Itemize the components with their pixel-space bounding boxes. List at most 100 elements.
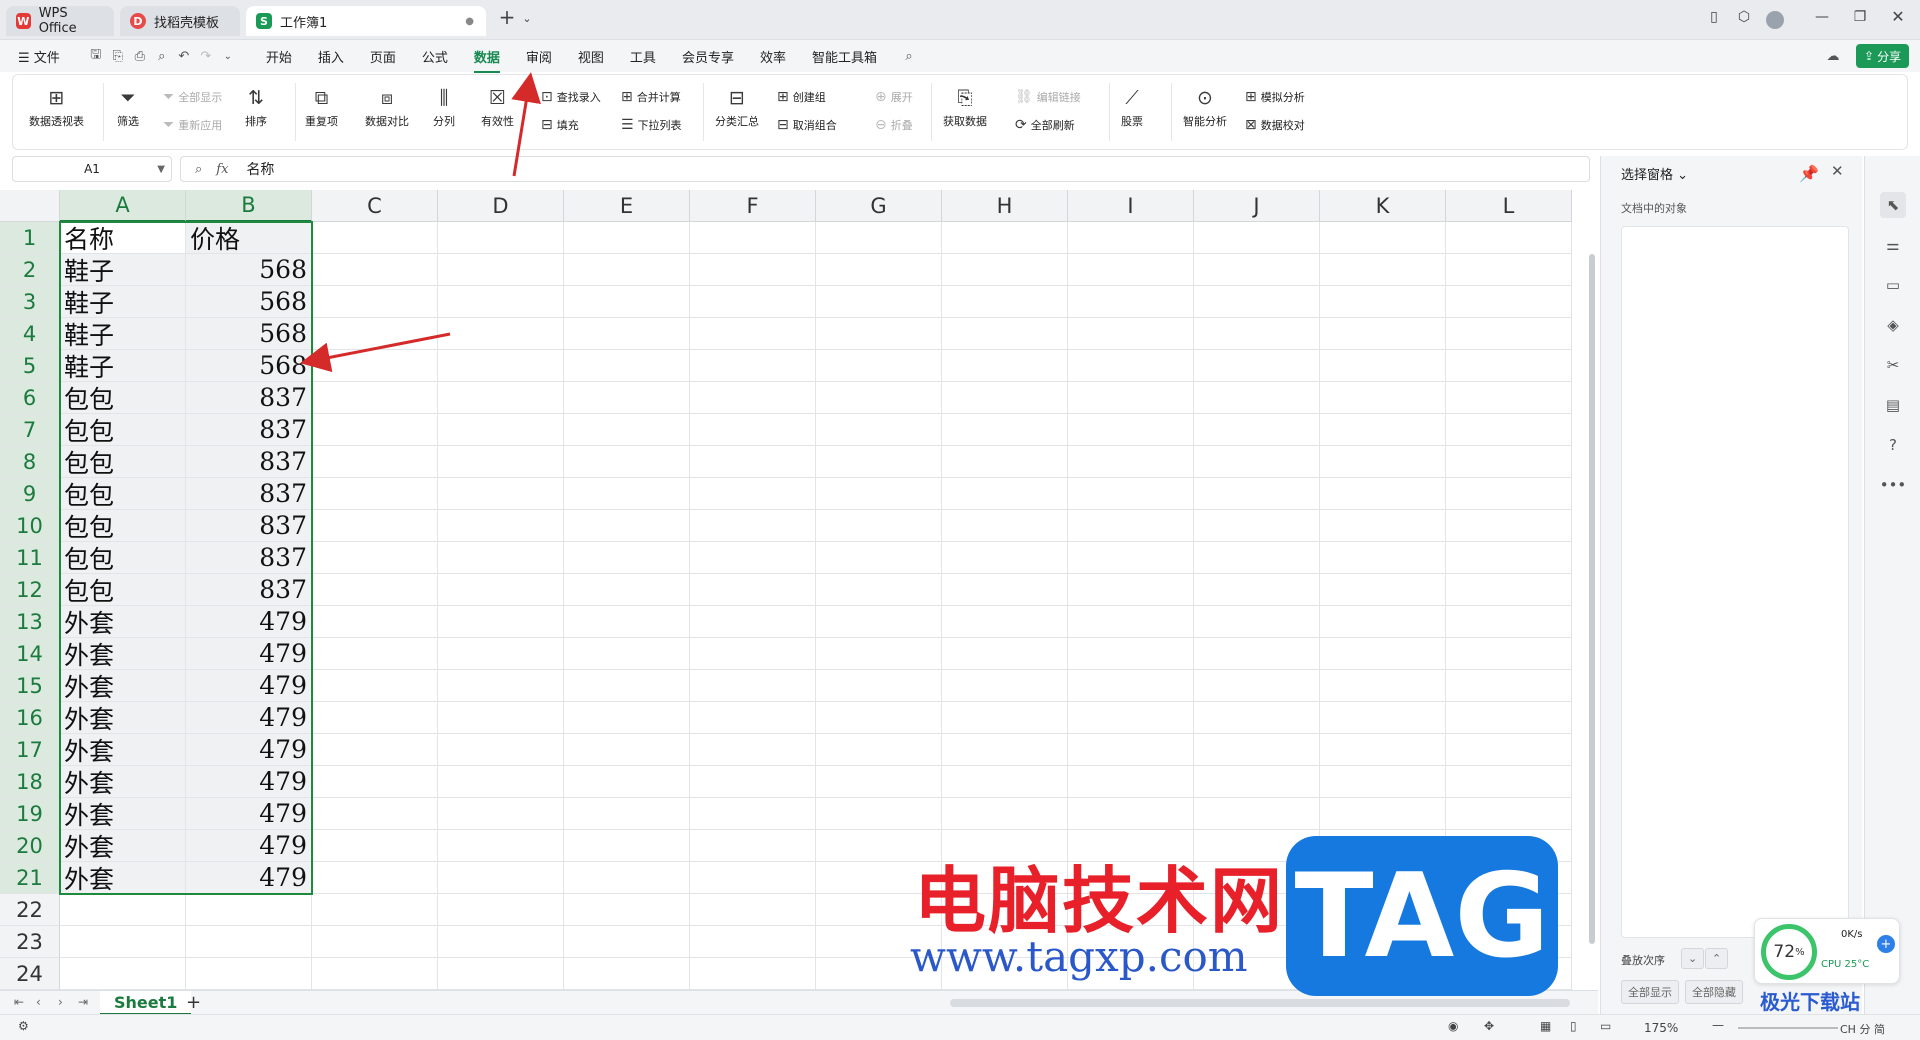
comment-icon[interactable]: ▭ — [1880, 272, 1906, 298]
prev-sheet-icon[interactable]: ‹ — [36, 995, 41, 1009]
row-header-19[interactable]: 19 — [0, 798, 60, 830]
row-header-3[interactable]: 3 — [0, 286, 60, 318]
print-preview-icon[interactable]: ⌕ — [151, 49, 173, 64]
row-header-13[interactable]: 13 — [0, 606, 60, 638]
column-header-l[interactable]: L — [1446, 190, 1572, 222]
cube-icon[interactable]: ⬡ — [1732, 9, 1756, 25]
selection-pane-title[interactable]: 选择窗格 ⌄ — [1621, 164, 1688, 183]
move-down-button[interactable]: ⌄ — [1681, 948, 1705, 969]
fill-button[interactable]: ⊟ 填充 — [541, 117, 579, 133]
row-header-5[interactable]: 5 — [0, 350, 60, 382]
share-button[interactable]: ⇪ 分享 — [1856, 44, 1910, 68]
column-header-e[interactable]: E — [564, 190, 690, 222]
sheet-tab-sheet1[interactable]: Sheet1 — [100, 991, 192, 1015]
performance-widget[interactable]: 72% 0K/s CPU 25°C + — [1754, 918, 1900, 984]
layout-icon[interactable]: ▯ — [1702, 9, 1726, 25]
eye-protection-icon[interactable]: ◉ — [1448, 1019, 1458, 1033]
row-header-10[interactable]: 10 — [0, 510, 60, 542]
more-icon[interactable]: ••• — [1880, 472, 1907, 498]
get-data-button[interactable]: ⎘ 获取数据 — [943, 87, 987, 129]
tab-workbook[interactable]: S 工作簿1 ● — [246, 6, 486, 36]
data-tool-icon[interactable]: ◈ — [1880, 312, 1906, 338]
ungroup-button[interactable]: ⊟ 取消组合 — [777, 117, 837, 133]
simulation-button[interactable]: ⊞ 模拟分析 — [1245, 89, 1305, 105]
column-header-h[interactable]: H — [942, 190, 1068, 222]
column-header-j[interactable]: J — [1194, 190, 1320, 222]
plus-icon[interactable]: + — [1877, 935, 1895, 953]
horizontal-scrollbar[interactable] — [950, 999, 1570, 1007]
chevron-down-icon[interactable]: ⌄ — [217, 51, 239, 62]
menu-formula[interactable]: 公式 — [409, 47, 461, 66]
page-layout-icon[interactable]: ▯ — [1570, 1019, 1577, 1033]
data-check-button[interactable]: ⊠ 数据校对 — [1245, 117, 1305, 133]
row-header-23[interactable]: 23 — [0, 926, 60, 958]
formula-input[interactable]: ⌕ fx 名称 — [180, 156, 1590, 182]
menu-member[interactable]: 会员专享 — [669, 47, 747, 66]
first-sheet-icon[interactable]: ⇤ — [14, 995, 24, 1009]
validity-button[interactable]: ☒ 有效性 — [481, 87, 514, 129]
row-header-17[interactable]: 17 — [0, 734, 60, 766]
row-header-2[interactable]: 2 — [0, 254, 60, 286]
move-up-button[interactable]: ⌃ — [1705, 948, 1729, 969]
close-icon[interactable]: ✕ — [1831, 162, 1844, 180]
row-header-22[interactable]: 22 — [0, 894, 60, 926]
column-header-b[interactable]: B — [186, 190, 312, 222]
vertical-scrollbar[interactable] — [1586, 224, 1598, 990]
menu-home[interactable]: 开始 — [253, 47, 305, 66]
column-header-g[interactable]: G — [816, 190, 942, 222]
row-header-16[interactable]: 16 — [0, 702, 60, 734]
hide-all-objects-button[interactable]: 全部隐藏 — [1685, 980, 1743, 1004]
row-header-6[interactable]: 6 — [0, 382, 60, 414]
select-cursor-icon[interactable]: ⬉ — [1880, 192, 1906, 218]
reapply-button[interactable]: ⏷ 重新应用 — [163, 117, 222, 133]
sort-button[interactable]: ⇅ 排序 — [245, 87, 267, 129]
column-header-d[interactable]: D — [438, 190, 564, 222]
row-header-8[interactable]: 8 — [0, 446, 60, 478]
page-break-icon[interactable]: ▭ — [1600, 1019, 1611, 1033]
function-icon[interactable]: fx — [216, 162, 228, 177]
column-header-f[interactable]: F — [690, 190, 816, 222]
column-header-k[interactable]: K — [1320, 190, 1446, 222]
menu-data[interactable]: 数据 — [461, 47, 513, 73]
menu-page[interactable]: 页面 — [357, 47, 409, 66]
duplicates-button[interactable]: ⧉ 重复项 — [305, 87, 338, 129]
file-menu[interactable]: ☰ 文件 — [0, 47, 73, 66]
export-icon[interactable]: ⎘ — [107, 49, 129, 64]
close-window-icon[interactable]: ✕ — [1886, 7, 1910, 26]
cloud-icon[interactable]: ☁ — [1822, 49, 1844, 64]
edit-links-button[interactable]: ⛓ 编辑链接 — [1015, 89, 1081, 105]
undo-icon[interactable]: ↶ — [173, 49, 195, 64]
menu-tools[interactable]: 工具 — [617, 47, 669, 66]
add-sheet-icon[interactable]: + — [186, 992, 201, 1013]
collapse-button[interactable]: ⊖ 折叠 — [875, 117, 913, 133]
scrollbar-thumb[interactable] — [1589, 254, 1595, 944]
split-column-button[interactable]: ⫼ 分列 — [433, 87, 455, 129]
data-compare-button[interactable]: ⧈ 数据对比 — [365, 87, 409, 129]
next-sheet-icon[interactable]: › — [58, 995, 63, 1009]
dropdown-list-button[interactable]: ☰ 下拉列表 — [621, 117, 682, 133]
objects-list[interactable] — [1621, 226, 1849, 938]
row-header-4[interactable]: 4 — [0, 318, 60, 350]
zoom-out-icon[interactable]: — — [1712, 1018, 1724, 1032]
refresh-all-button[interactable]: ⟳ 全部刷新 — [1015, 117, 1075, 133]
row-header-12[interactable]: 12 — [0, 574, 60, 606]
adjust-icon[interactable]: ⚌ — [1880, 232, 1906, 258]
subtotal-button[interactable]: ⊟ 分类汇总 — [715, 87, 759, 129]
menu-view[interactable]: 视图 — [565, 47, 617, 66]
search-icon[interactable]: ⌕ — [898, 49, 920, 64]
expand-button[interactable]: ⊕ 展开 — [875, 89, 913, 105]
menu-review[interactable]: 审阅 — [513, 47, 565, 66]
macro-icon[interactable]: ⚙ — [18, 1019, 29, 1033]
show-all-objects-button[interactable]: 全部显示 — [1621, 980, 1679, 1004]
tab-templates[interactable]: D 找稻壳模板 — [120, 6, 240, 36]
consolidate-button[interactable]: ⊞ 合并计算 — [621, 89, 681, 105]
redo-icon[interactable]: ↷ — [195, 49, 217, 64]
normal-view-icon[interactable]: ▦ — [1540, 1019, 1551, 1033]
menu-efficiency[interactable]: 效率 — [747, 47, 799, 66]
avatar[interactable] — [1766, 11, 1784, 29]
column-header-c[interactable]: C — [312, 190, 438, 222]
row-header-14[interactable]: 14 — [0, 638, 60, 670]
row-header-20[interactable]: 20 — [0, 830, 60, 862]
filter-button[interactable]: ⏷ 筛选 — [117, 87, 139, 129]
pin-icon[interactable]: 📌 — [1799, 164, 1819, 183]
